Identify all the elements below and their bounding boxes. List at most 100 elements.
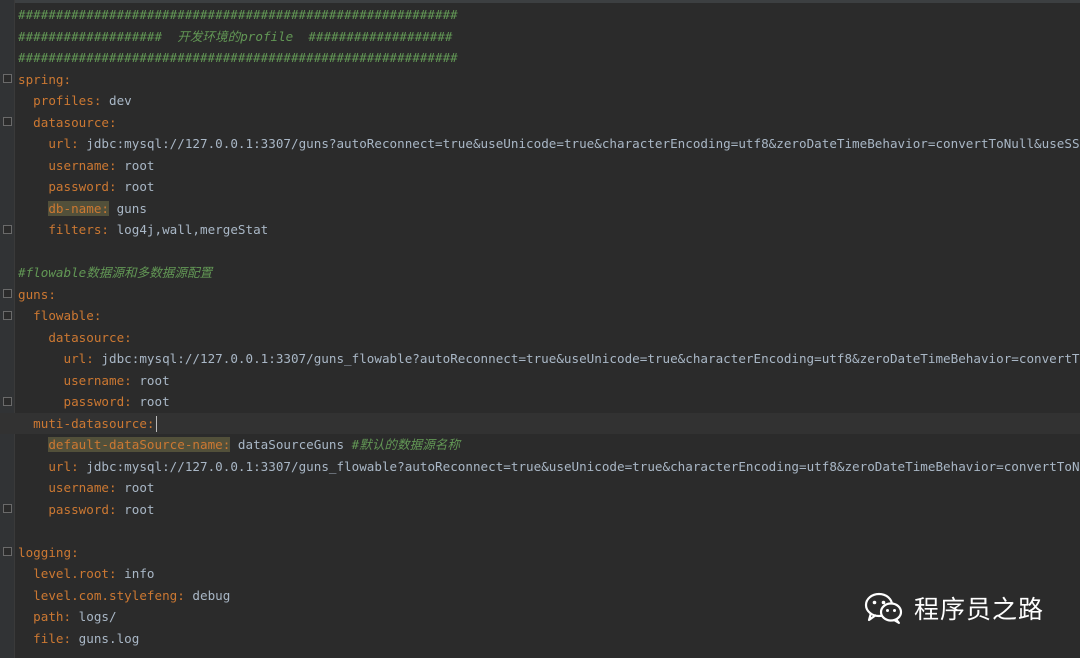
yaml-key: filters: <box>48 222 110 237</box>
code-line[interactable]: logging: <box>18 542 1080 564</box>
code-line[interactable]: username: root <box>18 155 1080 177</box>
code-line[interactable]: username: root <box>18 370 1080 392</box>
code-line[interactable]: datasource: <box>18 112 1080 134</box>
code-line[interactable]: ########################################… <box>18 4 1080 26</box>
yaml-value: debug <box>184 587 231 603</box>
code-line[interactable]: filters: log4j,wall,mergeStat <box>18 219 1080 241</box>
code-line[interactable]: url: jdbc:mysql://127.0.0.1:3307/guns_fl… <box>18 348 1080 370</box>
code-line[interactable]: datasource: <box>18 327 1080 349</box>
yaml-key: path: <box>33 609 72 624</box>
code-line[interactable]: #flowable数据源和多数据源配置 <box>18 262 1080 284</box>
code-line[interactable] <box>18 241 1080 263</box>
code-line[interactable]: url: jdbc:mysql://127.0.0.1:3307/guns?au… <box>18 133 1080 155</box>
yaml-key: username: <box>48 480 117 495</box>
code-line[interactable]: profiles: dev <box>18 90 1080 112</box>
editor-tab-strip <box>0 0 1080 3</box>
yaml-key: password: <box>48 179 117 194</box>
yaml-comment: #flowable数据源和多数据源配置 <box>18 265 213 280</box>
fold-marker-icon[interactable] <box>3 74 12 83</box>
yaml-key: logging: <box>18 544 79 560</box>
yaml-key: password: <box>63 394 132 409</box>
code-line[interactable]: muti-datasource: <box>0 412 1080 434</box>
code-line[interactable]: password: root <box>18 391 1080 413</box>
fold-marker-icon[interactable] <box>3 504 12 513</box>
yaml-value: info <box>116 566 155 581</box>
code-line[interactable]: level.root: info <box>18 563 1080 585</box>
yaml-value: jdbc:mysql://127.0.0.1:3307/guns?autoRec… <box>78 136 1080 151</box>
yaml-comment: ################### 开发环境的profile #######… <box>18 28 453 44</box>
text-caret <box>155 416 157 432</box>
yaml-value: jdbc:mysql://127.0.0.1:3307/guns_flowabl… <box>78 458 1080 474</box>
code-line[interactable]: file: guns.log <box>18 628 1080 650</box>
code-line[interactable]: ########################################… <box>18 47 1080 69</box>
yaml-value: log4j,wall,mergeStat <box>109 222 269 237</box>
yaml-value: root <box>116 501 155 517</box>
yaml-value: root <box>131 372 170 388</box>
yaml-key: profiles: <box>33 93 102 108</box>
yaml-key: datasource: <box>48 329 132 345</box>
code-line[interactable]: db-name: guns <box>18 198 1080 220</box>
yaml-key: url: <box>48 136 79 151</box>
watermark-text: 程序员之路 <box>913 595 1044 624</box>
yaml-key: default-dataSource-name: <box>48 437 231 452</box>
wechat-icon <box>864 592 903 624</box>
yaml-key: muti-datasource: <box>33 415 155 431</box>
yaml-key: level.com.stylefeng: <box>33 587 185 603</box>
yaml-key: url: <box>48 458 79 474</box>
yaml-key: password: <box>48 501 117 517</box>
code-line[interactable]: default-dataSource-name: dataSourceGuns … <box>18 434 1080 456</box>
yaml-key: username: <box>48 157 117 173</box>
fold-marker-icon[interactable] <box>3 311 12 320</box>
code-line[interactable]: spring: <box>18 69 1080 91</box>
code-content[interactable]: ########################################… <box>0 4 1080 650</box>
editor-gutter <box>0 0 15 658</box>
code-line[interactable]: password: root <box>18 499 1080 521</box>
yaml-key: guns: <box>18 286 56 302</box>
code-editor[interactable]: ########################################… <box>0 0 1080 658</box>
code-line[interactable]: ################### 开发环境的profile #######… <box>18 26 1080 48</box>
yaml-key: datasource: <box>33 114 117 130</box>
code-line[interactable] <box>18 520 1080 542</box>
fold-marker-icon[interactable] <box>3 117 12 126</box>
yaml-value: guns.log <box>71 630 140 646</box>
yaml-comment: ########################################… <box>18 7 458 22</box>
code-line[interactable]: username: root <box>18 477 1080 499</box>
fold-marker-icon[interactable] <box>3 289 12 298</box>
yaml-comment: ########################################… <box>18 50 458 65</box>
fold-marker-icon[interactable] <box>3 225 12 234</box>
watermark: 程序员之路 <box>864 590 1044 626</box>
yaml-value: guns <box>109 200 147 216</box>
fold-marker-icon[interactable] <box>3 547 12 556</box>
yaml-key: spring: <box>18 71 72 87</box>
fold-marker-icon[interactable] <box>3 397 12 406</box>
yaml-key: file: <box>33 630 72 646</box>
code-line[interactable]: url: jdbc:mysql://127.0.0.1:3307/guns_fl… <box>18 456 1080 478</box>
code-line[interactable]: flowable: <box>18 305 1080 327</box>
code-line[interactable]: guns: <box>18 284 1080 306</box>
yaml-key: db-name: <box>48 200 110 216</box>
yaml-value: root <box>116 179 155 194</box>
yaml-key: url: <box>63 351 94 366</box>
code-line[interactable]: password: root <box>18 176 1080 198</box>
yaml-value: dataSourceGuns <box>230 437 352 452</box>
yaml-key: level.root: <box>33 566 117 581</box>
yaml-value: logs/ <box>71 609 117 624</box>
